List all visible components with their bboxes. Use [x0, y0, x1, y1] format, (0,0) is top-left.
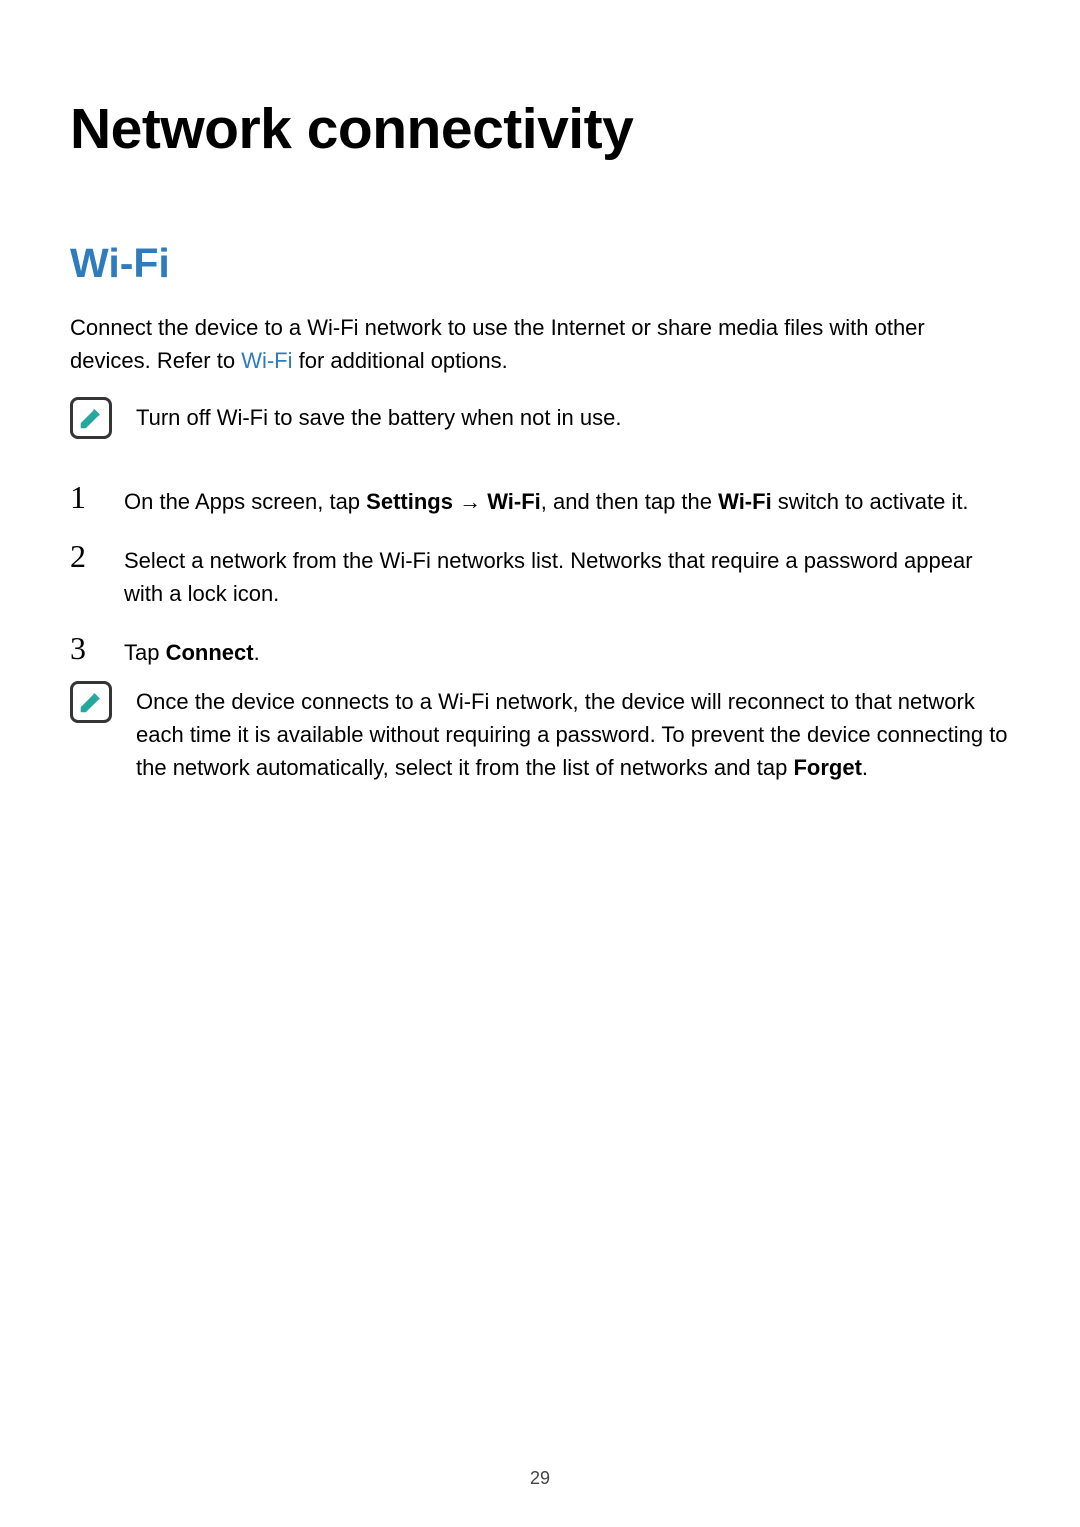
step-1-wifi-switch: Wi-Fi — [718, 489, 772, 514]
step-2: 2 Select a network from the Wi-Fi networ… — [70, 540, 1010, 610]
note2-forget: Forget — [793, 755, 861, 780]
note-icon — [70, 397, 112, 439]
step-1-text-b: , and then tap the — [541, 489, 718, 514]
step-1-settings: Settings — [366, 489, 453, 514]
page-number: 29 — [0, 1468, 1080, 1489]
intro-paragraph: Connect the device to a Wi-Fi network to… — [70, 311, 1010, 377]
step-1-text-c: switch to activate it. — [772, 489, 969, 514]
step-1-body: On the Apps screen, tap Settings → Wi-Fi… — [124, 481, 1010, 518]
step-2-body: Select a network from the Wi-Fi networks… — [124, 540, 1010, 610]
step-number: 1 — [70, 481, 108, 513]
step-1-wifi: Wi-Fi — [487, 489, 541, 514]
note-text-battery: Turn off Wi-Fi to save the battery when … — [136, 395, 1010, 434]
pencil-note-icon — [78, 689, 104, 715]
arrow-icon: → — [453, 489, 487, 514]
pencil-note-icon — [78, 405, 104, 431]
wifi-link[interactable]: Wi-Fi — [241, 348, 292, 373]
note-text-reconnect: Once the device connects to a Wi-Fi netw… — [136, 679, 1010, 784]
step-3-connect: Connect — [166, 640, 254, 665]
steps-list: 1 On the Apps screen, tap Settings → Wi-… — [70, 481, 1010, 669]
note-block-reconnect: Once the device connects to a Wi-Fi netw… — [70, 679, 1010, 784]
page-title: Network connectivity — [70, 96, 1010, 162]
note2-text-a: Once the device connects to a Wi-Fi netw… — [136, 689, 1008, 780]
step-number: 3 — [70, 632, 108, 664]
intro-text-post: for additional options. — [293, 348, 508, 373]
step-3-text-b: . — [254, 640, 260, 665]
step-3-body: Tap Connect. — [124, 632, 1010, 669]
note-block-battery: Turn off Wi-Fi to save the battery when … — [70, 395, 1010, 439]
step-1-text-a: On the Apps screen, tap — [124, 489, 366, 514]
step-3-text-a: Tap — [124, 640, 166, 665]
step-3: 3 Tap Connect. — [70, 632, 1010, 669]
step-1: 1 On the Apps screen, tap Settings → Wi-… — [70, 481, 1010, 518]
section-heading-wifi: Wi-Fi — [70, 240, 1010, 287]
note-icon — [70, 681, 112, 723]
step-number: 2 — [70, 540, 108, 572]
note2-text-b: . — [862, 755, 868, 780]
